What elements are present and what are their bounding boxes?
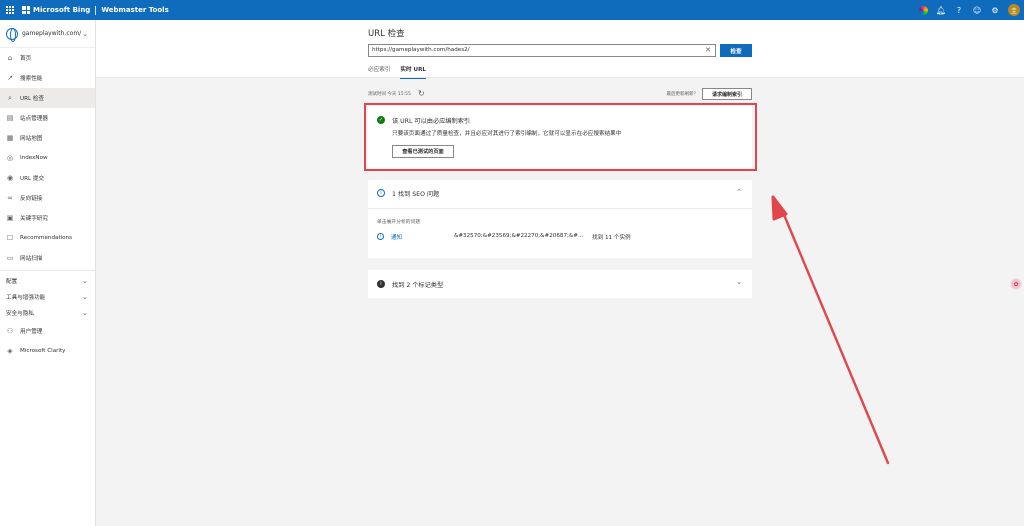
sidebar-item-1[interactable]: ↗ 搜索性能 bbox=[0, 68, 95, 88]
link-icon: ∞ bbox=[7, 194, 13, 202]
sidebar-item-5[interactable]: ◎ IndexNow bbox=[0, 148, 95, 168]
sidebar-divider bbox=[0, 270, 95, 271]
top-bar: Microsoft Bing Webmaster Tools 🔔︎ ? ☺ ⚙ … bbox=[0, 0, 1024, 20]
scan-icon: ▭ bbox=[6, 254, 14, 262]
recommendations-icon: ☐ bbox=[6, 234, 14, 242]
users-icon: ⚇ bbox=[6, 327, 14, 335]
sidebar-item-10[interactable]: ▭ 网站扫描 bbox=[0, 248, 95, 268]
sidebar-item-label: 搜索性能 bbox=[20, 76, 43, 82]
sidebar-item-label: 首页 bbox=[20, 56, 32, 62]
sidebar-item-label: 网站地图 bbox=[20, 136, 43, 142]
url-input-value: https://gameplaywith.com/hades2/ bbox=[372, 47, 470, 53]
site-selector-label: gameplaywith.com/ bbox=[22, 30, 82, 37]
sidebar-item-6[interactable]: ◉ URL 提交 bbox=[0, 168, 95, 188]
request-indexing-button[interactable]: 请求编制索引 bbox=[702, 88, 752, 100]
sidebar-item-label: 站点管理器 bbox=[20, 116, 48, 122]
sidebar-bottom-item-1[interactable]: ◈ Microsoft Clarity bbox=[0, 341, 95, 361]
seo-issues-card: i 1 找到 SEO 问题 ⌃ 单击展开分析的问题 i 通知 &#32570;&… bbox=[368, 180, 752, 258]
sidebar-bottom-item-0[interactable]: ⚇ 用户管理 bbox=[0, 321, 95, 341]
sidebar-item-label: Microsoft Clarity bbox=[20, 348, 66, 354]
brand-name[interactable]: Microsoft Bing bbox=[33, 6, 90, 14]
page-title: URL 检查 bbox=[368, 29, 405, 39]
sidebar-item-9[interactable]: ☐ Recommendations bbox=[0, 228, 95, 248]
inspection-tabs: 必应索引 实时 URL bbox=[368, 65, 436, 79]
globe-icon bbox=[6, 27, 18, 42]
indexnow-icon: ◎ bbox=[6, 154, 14, 162]
sidebar-item-3[interactable]: ▤ 站点管理器 bbox=[0, 108, 95, 128]
sidebar-item-label: 用户管理 bbox=[20, 329, 43, 335]
seo-issues-title[interactable]: 1 找到 SEO 问题 bbox=[392, 189, 439, 198]
url-input[interactable]: https://gameplaywith.com/hades2/ ✕ bbox=[368, 44, 716, 57]
top-right-actions: 🔔︎ ? ☺ ⚙ 圭 bbox=[914, 0, 1020, 20]
highlight-box bbox=[364, 103, 757, 171]
chevron-down-icon: ⌄ bbox=[82, 293, 88, 301]
sidebar-item-label: Recommendations bbox=[20, 235, 73, 241]
test-info-row: 测试时间 今天 15:55 ↻ 最后更新刷新？ 请求编制索引 bbox=[368, 88, 752, 100]
inspect-button[interactable]: 检查 bbox=[720, 44, 752, 57]
issue-name: &#32570;&#23569;&#22270;&#20687;&#... bbox=[454, 233, 584, 239]
markup-types-card[interactable]: i 找到 2 个标记类型 ⌄ bbox=[368, 270, 752, 298]
tab-bing-index[interactable]: 必应索引 bbox=[368, 65, 390, 79]
seo-issues-subtitle: 单击展开分析的问题 bbox=[377, 220, 421, 225]
card-divider bbox=[368, 208, 752, 209]
sidebar-group-2[interactable]: 安全与隐私 ⌄ bbox=[0, 305, 95, 321]
sidebar-item-label: IndexNow bbox=[20, 155, 48, 161]
chevron-down-icon[interactable]: ⌄ bbox=[736, 278, 742, 286]
sidebar-item-label: 关键字研究 bbox=[20, 216, 48, 222]
annotation-arrow bbox=[771, 195, 890, 465]
markup-types-title: 找到 2 个标记类型 bbox=[392, 282, 444, 289]
sidebar-item-7[interactable]: ∞ 反向链接 bbox=[0, 188, 95, 208]
issue-severity-link[interactable]: 通知 bbox=[391, 233, 402, 241]
notifications-icon[interactable]: 🔔︎ bbox=[932, 0, 950, 20]
site-selector[interactable]: gameplaywith.com/ ⌄ bbox=[0, 20, 95, 48]
test-time: 测试时间 今天 15:55 bbox=[368, 92, 411, 97]
rewards-icon[interactable] bbox=[914, 0, 932, 20]
chevron-down-icon: ⌄ bbox=[82, 309, 88, 317]
info-filled-icon: i bbox=[377, 280, 385, 288]
document-icon: ▤ bbox=[6, 114, 14, 122]
url-inspection-header: URL 检查 https://gameplaywith.com/hades2/ … bbox=[96, 20, 1024, 79]
last-refresh-text: 最后更新刷新？ bbox=[666, 92, 699, 97]
app-launcher-icon[interactable] bbox=[6, 6, 14, 14]
chevron-down-icon: ⌄ bbox=[82, 29, 88, 38]
home-icon: ⌂ bbox=[7, 54, 13, 62]
floating-helper-icon[interactable]: ✿ bbox=[1010, 278, 1022, 290]
sidebar-item-label: 网站扫描 bbox=[20, 256, 43, 262]
avatar[interactable]: 圭 bbox=[1008, 4, 1020, 16]
clear-icon[interactable]: ✕ bbox=[705, 45, 711, 56]
issue-instance-count: 找到 11 个实例 bbox=[592, 235, 631, 241]
product-name[interactable]: Webmaster Tools bbox=[101, 6, 168, 14]
sidebar-item-label: URL 检查 bbox=[20, 96, 45, 102]
sitemap-icon: ▦ bbox=[6, 134, 14, 142]
sidebar-item-label: 反向链接 bbox=[20, 196, 43, 202]
sidebar-item-label: URL 提交 bbox=[20, 176, 45, 182]
notice-icon: i bbox=[377, 233, 384, 240]
brand-divider bbox=[95, 5, 97, 15]
sidebar: gameplaywith.com/ ⌄ ⌂ 首页 ↗ 搜索性能 ⌕ URL 检查 ▤ 站点管理… bbox=[0, 20, 96, 526]
feedback-icon[interactable]: ☺ bbox=[968, 0, 986, 20]
sidebar-group-1[interactable]: 工具与增强功能 ⌄ bbox=[0, 289, 95, 305]
sidebar-group-label: 安全与隐私 bbox=[6, 311, 34, 317]
microsoft-logo bbox=[22, 6, 30, 14]
sidebar-item-0[interactable]: ⌂ 首页 bbox=[0, 48, 95, 68]
search-icon: ⌕ bbox=[8, 93, 12, 102]
help-icon[interactable]: ? bbox=[950, 0, 968, 20]
chevron-up-icon[interactable]: ⌃ bbox=[736, 188, 742, 196]
tab-live-url[interactable]: 实时 URL bbox=[400, 65, 426, 79]
chevron-down-icon: ⌄ bbox=[82, 277, 88, 285]
globe-icon: ◉ bbox=[6, 174, 14, 182]
sidebar-item-8[interactable]: ▣ 关键字研究 bbox=[0, 208, 95, 228]
clarity-icon: ◈ bbox=[7, 347, 13, 355]
sidebar-group-label: 工具与增强功能 bbox=[6, 295, 46, 301]
keyword-icon: ▣ bbox=[6, 214, 14, 222]
settings-gear-icon[interactable]: ⚙ bbox=[986, 0, 1004, 20]
trend-icon: ↗ bbox=[7, 74, 13, 82]
refresh-icon[interactable]: ↻ bbox=[418, 89, 425, 98]
sidebar-item-2[interactable]: ⌕ URL 检查 bbox=[0, 88, 95, 108]
sidebar-item-4[interactable]: ▦ 网站地图 bbox=[0, 128, 95, 148]
sidebar-group-0[interactable]: 配置 ⌄ bbox=[0, 273, 95, 289]
sidebar-group-label: 配置 bbox=[6, 279, 18, 285]
info-icon: i bbox=[377, 189, 385, 197]
